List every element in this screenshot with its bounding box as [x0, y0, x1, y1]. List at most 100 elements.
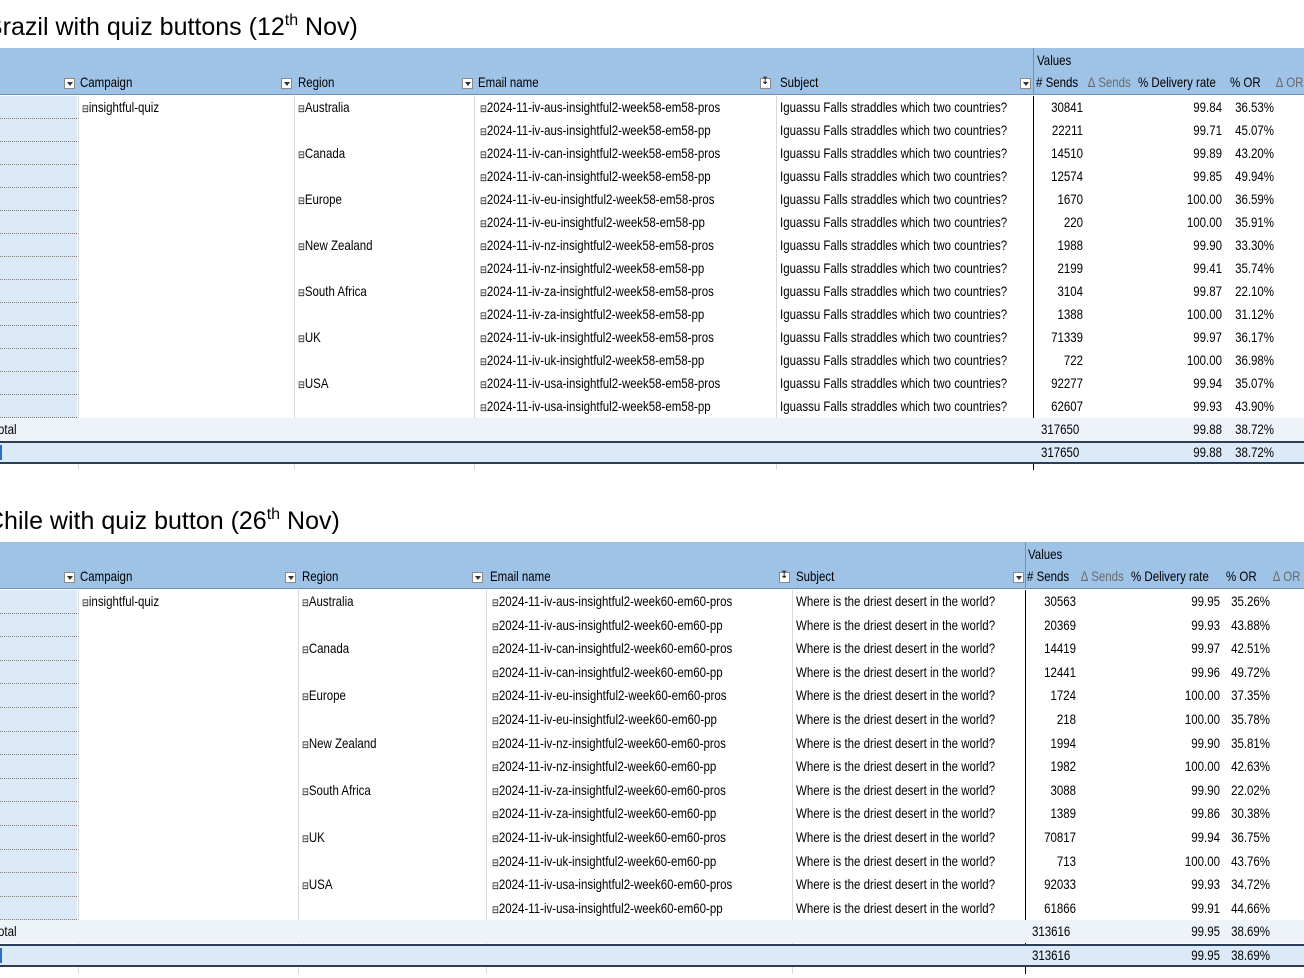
region-cell[interactable]: ⊟Europe — [298, 188, 342, 213]
region-cell[interactable]: ⊟South Africa — [298, 280, 367, 305]
header-subject[interactable]: Subject — [796, 568, 834, 584]
total-sends: 317650 — [1041, 421, 1080, 437]
region-cell[interactable]: ⊟USA — [298, 372, 328, 397]
region-cell[interactable]: ⊟South Africa — [302, 779, 371, 804]
subject-filter-icon[interactable]: ↧ — [760, 76, 771, 89]
sends-cell: 1388 — [1057, 306, 1083, 322]
region-cell[interactable]: ⊟USA — [302, 873, 332, 898]
email-name-label: 2024-11-iv-aus-insightful2-week60-em60-p… — [498, 616, 723, 633]
region-cell[interactable]: ⊟Canada — [302, 637, 349, 662]
region-dropdown-icon[interactable] — [281, 78, 292, 89]
total-sends: 313616 — [1032, 923, 1071, 940]
email-name-cell[interactable]: ⊟2024-11-iv-usa-insightful2-week60-em60-… — [492, 873, 732, 898]
email-name-cell[interactable]: ⊟2024-11-iv-usa-insightful2-week58-em58-… — [480, 372, 720, 397]
header-region[interactable]: Region — [302, 568, 338, 584]
campaign-dropdown-icon[interactable] — [64, 572, 75, 583]
header-delta-or[interactable]: ∆ OR — [1273, 568, 1300, 584]
region-label: Canada — [308, 640, 350, 657]
subject-cell: Iguassu Falls straddles which two countr… — [780, 375, 1008, 391]
email-name-cell[interactable]: ⊟2024-11-iv-uk-insightful2-week60-em60-p… — [492, 850, 716, 875]
region-cell[interactable]: ⊟Europe — [302, 684, 346, 709]
email-dropdown-icon[interactable] — [472, 572, 483, 583]
header-campaign[interactable]: Campaign — [80, 568, 132, 584]
delivery-rate-cell: 99.97 — [1191, 640, 1220, 657]
email-name-cell[interactable]: ⊟2024-11-iv-nz-insightful2-week58-em58-p… — [480, 234, 714, 259]
email-name-label: 2024-11-iv-nz-insightful2-week60-em60-pp — [498, 758, 717, 775]
email-name-cell[interactable]: ⊟2024-11-iv-nz-insightful2-week58-em58-p… — [480, 257, 704, 282]
header-delivery-rate[interactable]: % Delivery rate — [1131, 568, 1209, 584]
email-name-cell[interactable]: ⊟2024-11-iv-aus-insightful2-week58-em58-… — [480, 96, 720, 121]
region-cell[interactable]: ⊟New Zealand — [302, 732, 377, 757]
email-name-cell[interactable]: ⊟2024-11-iv-nz-insightful2-week60-em60-p… — [492, 755, 716, 780]
header-delta-sends[interactable]: ∆ Sends — [1088, 74, 1131, 90]
subject-filter-icon[interactable]: ↧ — [779, 570, 790, 583]
header-delivery-rate[interactable]: % Delivery rate — [1138, 74, 1216, 90]
total-delivery-rate: 99.95 — [1191, 923, 1220, 940]
subject-cell: Where is the driest desert in the world? — [796, 781, 996, 798]
email-name-cell[interactable]: ⊟2024-11-iv-za-insightful2-week58-em58-p… — [480, 303, 704, 328]
region-cell[interactable]: ⊟UK — [298, 326, 321, 351]
region-cell[interactable]: ⊟UK — [302, 826, 325, 851]
header-subject[interactable]: Subject — [780, 74, 818, 90]
subject-cell: Where is the driest desert in the world? — [796, 734, 996, 751]
email-name-cell[interactable]: ⊟2024-11-iv-can-insightful2-week58-em58-… — [480, 142, 720, 167]
email-name-cell[interactable]: ⊟2024-11-iv-uk-insightful2-week58-em58-p… — [480, 349, 704, 374]
header-email-name[interactable]: Email name — [478, 74, 539, 90]
email-name-cell[interactable]: ⊟2024-11-iv-za-insightful2-week60-em60-p… — [492, 779, 726, 804]
grand-total-marker — [0, 445, 2, 460]
email-name-cell[interactable]: ⊟2024-11-iv-aus-insightful2-week60-em60-… — [492, 590, 732, 615]
email-name-cell[interactable]: ⊟2024-11-iv-can-insightful2-week60-em60-… — [492, 661, 723, 686]
filter-icon: ↧ — [761, 76, 770, 87]
header-email-name[interactable]: Email name — [490, 568, 551, 584]
header-sends[interactable]: # Sends — [1036, 74, 1078, 90]
email-name-cell[interactable]: ⊟2024-11-iv-aus-insightful2-week58-em58-… — [480, 119, 711, 144]
region-label: UK — [308, 829, 325, 845]
email-name-cell[interactable]: ⊟2024-11-iv-za-insightful2-week58-em58-p… — [480, 280, 714, 305]
region-label: Europe — [308, 687, 346, 704]
region-dropdown-icon[interactable] — [285, 572, 296, 583]
email-name-cell[interactable]: ⊟2024-11-iv-can-insightful2-week60-em60-… — [492, 637, 732, 662]
region-cell[interactable]: ⊟Canada — [298, 142, 345, 167]
email-name-cell[interactable]: ⊟2024-11-iv-nz-insightful2-week60-em60-p… — [492, 732, 726, 757]
header-delta-or[interactable]: ∆ OR — [1276, 74, 1303, 90]
email-name-cell[interactable]: ⊟2024-11-iv-uk-insightful2-week60-em60-p… — [492, 826, 726, 851]
sends-cell: 30563 — [1044, 593, 1076, 609]
header-sends[interactable]: # Sends — [1027, 568, 1069, 584]
delivery-rate-cell: 100.00 — [1184, 852, 1220, 869]
header-open-rate[interactable]: % OR — [1226, 568, 1257, 584]
region-label: Canada — [304, 145, 346, 161]
region-cell[interactable]: ⊟Australia — [302, 590, 354, 615]
region-cell[interactable]: ⊟Australia — [298, 96, 350, 121]
header-campaign[interactable]: Campaign — [80, 74, 132, 90]
filter-icon: ↧ — [780, 570, 789, 581]
total-delivery-rate: 99.88 — [1193, 421, 1222, 437]
email-dropdown-icon[interactable] — [462, 78, 473, 89]
header-delta-sends[interactable]: ∆ Sends — [1081, 568, 1124, 584]
open-rate-cell: 35.91% — [1235, 214, 1274, 230]
email-name-cell[interactable]: ⊟2024-11-iv-za-insightful2-week60-em60-p… — [492, 802, 716, 827]
region-cell[interactable]: ⊟New Zealand — [298, 234, 373, 259]
sends-cell: 14510 — [1051, 145, 1083, 161]
email-name-cell[interactable]: ⊟2024-11-iv-usa-insightful2-week58-em58-… — [480, 395, 711, 420]
header-open-rate[interactable]: % OR — [1230, 74, 1261, 90]
email-name-cell[interactable]: ⊟2024-11-iv-eu-insightful2-week58-em58-p… — [480, 188, 714, 213]
grand-total-sends: 313616 — [1032, 947, 1071, 963]
sends-cell: 71339 — [1051, 329, 1083, 345]
subject-dropdown-icon[interactable] — [1013, 572, 1024, 583]
email-name-cell[interactable]: ⊟2024-11-iv-uk-insightful2-week58-em58-p… — [480, 326, 714, 351]
email-name-cell[interactable]: ⊟2024-11-iv-eu-insightful2-week60-em60-p… — [492, 684, 726, 709]
email-name-cell[interactable]: ⊟2024-11-iv-can-insightful2-week58-em58-… — [480, 165, 711, 190]
delivery-rate-cell: 99.93 — [1191, 616, 1220, 633]
subject-dropdown-icon[interactable] — [1020, 78, 1031, 89]
subject-cell: Iguassu Falls straddles which two countr… — [780, 122, 1008, 138]
open-rate-cell: 44.66% — [1231, 899, 1270, 916]
email-name-cell[interactable]: ⊟2024-11-iv-aus-insightful2-week60-em60-… — [492, 614, 723, 639]
open-rate-cell: 36.17% — [1235, 329, 1274, 345]
email-name-cell[interactable]: ⊟2024-11-iv-usa-insightful2-week60-em60-… — [492, 897, 723, 922]
email-name-cell[interactable]: ⊟2024-11-iv-eu-insightful2-week60-em60-p… — [492, 708, 717, 733]
open-rate-cell: 43.88% — [1231, 616, 1270, 633]
email-name-cell[interactable]: ⊟2024-11-iv-eu-insightful2-week58-em58-p… — [480, 211, 705, 236]
header-region[interactable]: Region — [298, 74, 334, 90]
campaign-dropdown-icon[interactable] — [64, 78, 75, 89]
subject-cell: Where is the driest desert in the world? — [796, 640, 996, 657]
